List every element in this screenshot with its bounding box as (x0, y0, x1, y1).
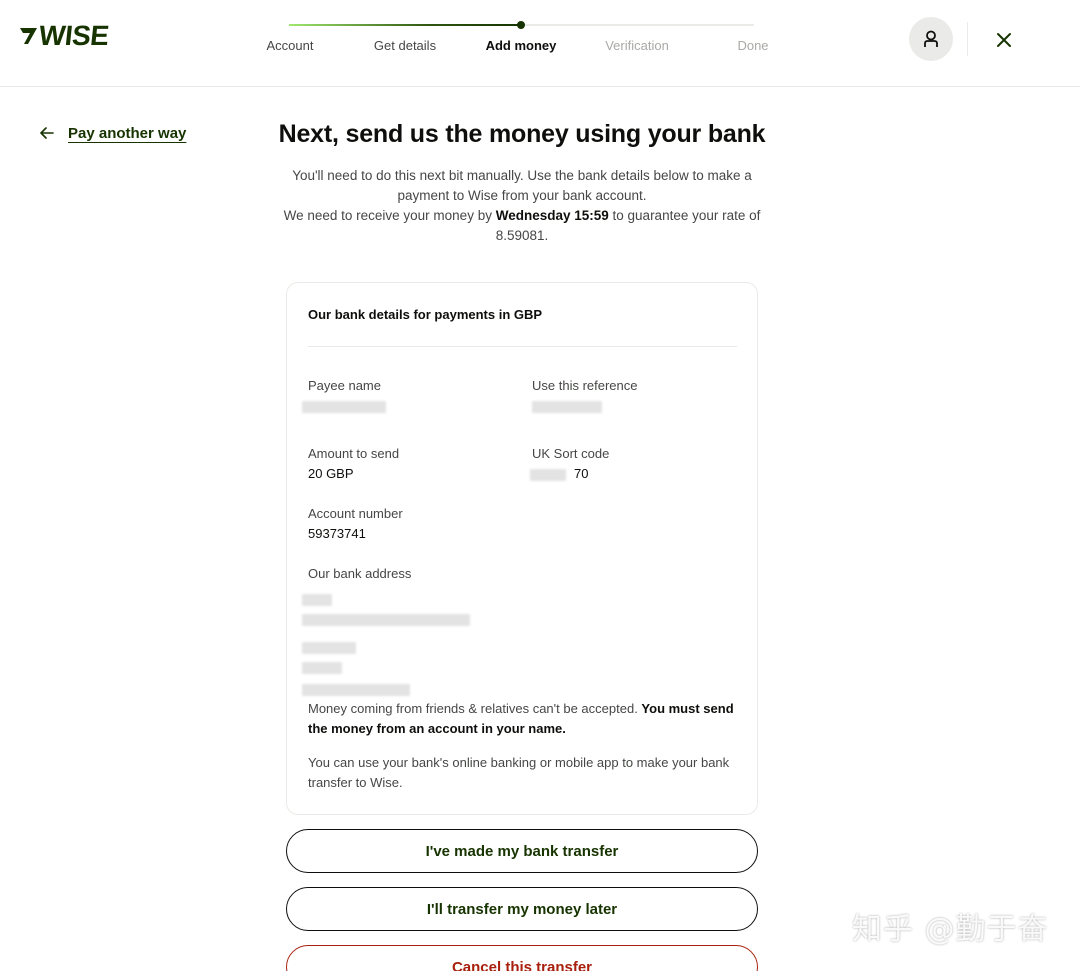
page-title: Next, send us the money using your bank (278, 120, 766, 148)
redacted-address-line-2 (302, 613, 470, 626)
card-heading: Our bank details for payments in GBP (308, 307, 543, 322)
wise-logo[interactable]: WISE (18, 20, 111, 51)
amount-label: Amount to send (308, 446, 400, 461)
payee-name-label: Payee name (308, 378, 381, 393)
sort-code-value: 70 (574, 466, 589, 481)
account-number-label: Account number (308, 506, 403, 521)
sort-code-value-row: 70 (530, 464, 609, 484)
redacted-reference (532, 400, 602, 413)
redacted-address-line-5 (302, 683, 410, 696)
top-header: WISE Account Get details Add money Verif… (0, 0, 1080, 87)
card-divider (308, 346, 737, 347)
note-1-text: Money coming from friends & relatives ca… (308, 701, 642, 716)
amount-value: 20 GBP (308, 466, 354, 481)
stepper-current-dot (517, 21, 525, 29)
user-icon (924, 30, 938, 47)
redacted-sort-code (530, 468, 566, 481)
payee-name-value (302, 396, 386, 416)
reference-field: Use this reference (532, 377, 638, 416)
step-add-money: Add money (485, 38, 557, 53)
intro-line-2: We need to receive your money by Wednesd… (282, 206, 762, 246)
amount-field: Amount to send 20 GBP (308, 445, 399, 484)
reference-value (532, 396, 638, 416)
close-icon (997, 33, 1011, 47)
pay-another-way-label: Pay another way (68, 124, 187, 142)
step-get-details: Get details (373, 38, 437, 53)
bank-address-value (302, 591, 470, 699)
wise-flag-icon (20, 28, 37, 44)
header-divider (967, 22, 968, 56)
step-done: Done (737, 38, 769, 53)
intro-line-2-pre: We need to receive your money by (283, 208, 496, 223)
intro-text: You'll need to do this next bit manually… (282, 166, 762, 246)
payee-name-field: Payee name (302, 377, 386, 416)
step-verification: Verification (605, 38, 669, 53)
redacted-payee-name (302, 400, 386, 413)
redacted-address-line-4 (302, 661, 342, 674)
intro-line-1: You'll need to do this next bit manually… (292, 168, 752, 203)
wise-logo-text: WISE (37, 20, 111, 51)
arrow-left-icon (40, 127, 54, 139)
sort-code-field: UK Sort code 70 (530, 445, 610, 484)
zhihu-watermark: 知乎 @勤于奋 (852, 912, 1049, 947)
bank-address-field: Our bank address (302, 565, 470, 699)
stepper-progress-bar (289, 24, 521, 26)
friends-relatives-note: Money coming from friends & relatives ca… (308, 699, 738, 739)
bank-address-label: Our bank address (308, 566, 412, 581)
account-number-value: 59373741 (308, 526, 366, 541)
pay-another-way-link[interactable]: Pay another way (38, 124, 186, 142)
intro-deadline: Wednesday 15:59 (495, 208, 609, 223)
cancel-transfer-button[interactable]: Cancel this transfer (286, 945, 758, 971)
account-number-field: Account number 59373741 (308, 505, 403, 544)
transfer-later-button[interactable]: I'll transfer my money later (286, 887, 758, 931)
redacted-address-line-1 (302, 593, 332, 606)
progress-stepper: Account Get details Add money Verificati… (232, 14, 812, 64)
sort-code-label: UK Sort code (532, 446, 610, 461)
made-transfer-button[interactable]: I've made my bank transfer (286, 829, 758, 873)
redacted-address-line-3 (302, 641, 356, 654)
close-button[interactable] (990, 26, 1018, 54)
online-banking-note: You can use your bank's online banking o… (308, 755, 730, 790)
reference-label: Use this reference (532, 378, 638, 393)
profile-button[interactable] (909, 17, 953, 61)
bank-details-card: Our bank details for payments in GBP Pay… (286, 282, 758, 815)
step-account: Account (266, 38, 314, 53)
